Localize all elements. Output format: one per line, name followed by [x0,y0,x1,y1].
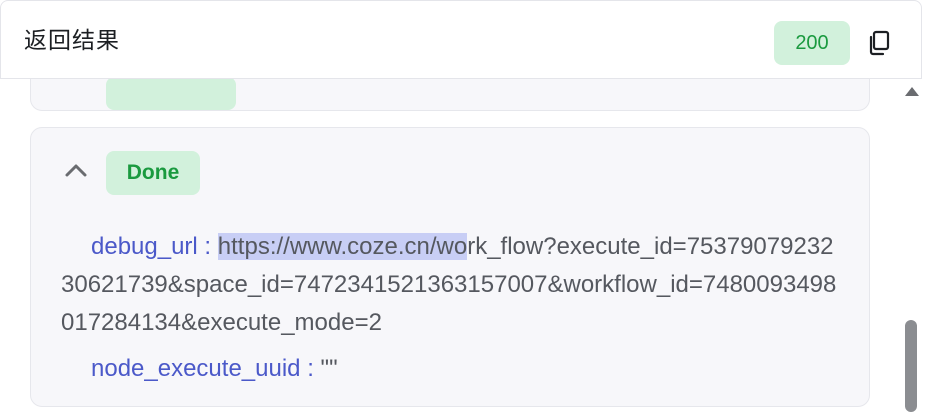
done-status-badge: Done [106,151,200,195]
panel-header: 返回结果 200 [0,0,922,79]
node-execute-uuid-key: node_execute_uuid [91,355,301,382]
result-panel: 返回结果 200 Done debug_url : https://www.co… [0,0,932,418]
debug-url-field: debug_url : https://www.coze.cn/work_flo… [61,228,841,342]
key-separator: : [197,233,218,260]
scroll-up-arrow-icon[interactable] [905,87,919,96]
status-code-badge: 200 [774,21,850,65]
node-execute-uuid-value[interactable]: "" [321,355,338,382]
key-separator: : [300,355,321,382]
chevron-up-icon[interactable] [61,156,91,186]
debug-url-selected-text[interactable]: https://www.coze.cn/wo [217,233,468,260]
vertical-scrollbar[interactable] [900,79,922,418]
copy-icon[interactable] [865,29,893,57]
debug-url-key: debug_url [91,233,198,260]
previous-result-card [30,79,870,111]
result-scroll-area[interactable]: Done debug_url : https://www.coze.cn/wor… [0,79,900,418]
page-edge [922,0,932,418]
node-execute-uuid-field: node_execute_uuid : "" [61,350,841,388]
scrollbar-thumb[interactable] [905,320,917,412]
status-badge [106,79,236,110]
panel-title: 返回结果 [24,28,120,54]
result-card: Done debug_url : https://www.coze.cn/wor… [30,127,870,407]
